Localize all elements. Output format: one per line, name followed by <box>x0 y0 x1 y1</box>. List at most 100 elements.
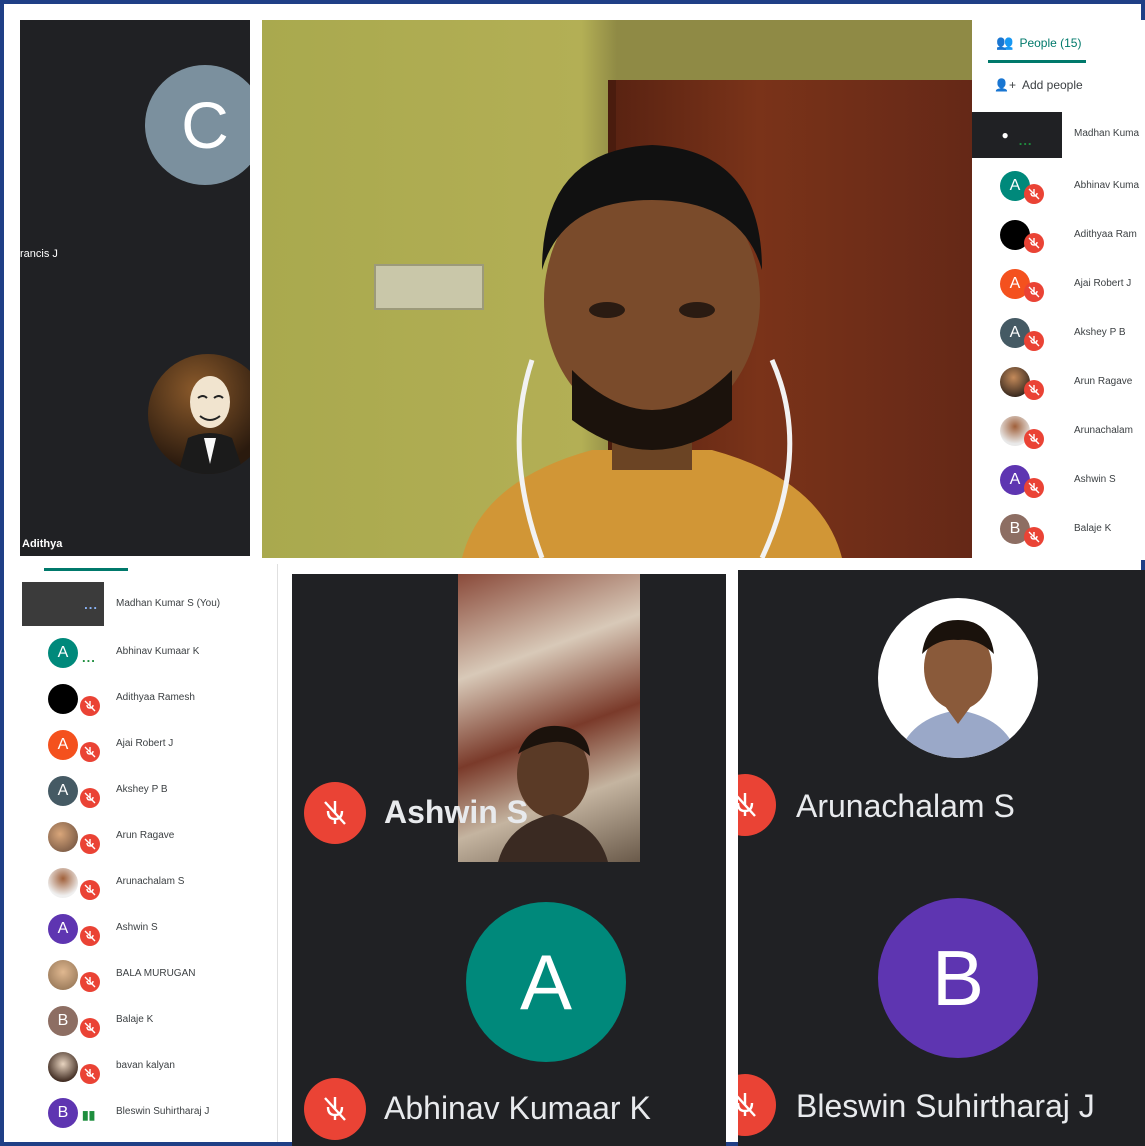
list-row[interactable]: A Ashwin S <box>20 906 277 950</box>
people-panel: 👥 People (15) 👤+ Add people ● ... Madhan… <box>972 20 1145 560</box>
avatar: A <box>48 638 78 668</box>
add-people-label: Add people <box>1021 78 1083 92</box>
self-video-thumb: ● ... <box>972 112 1062 158</box>
mic-off-icon <box>1024 527 1044 547</box>
collage-frame: C rancis J Adithya 👥 People (15) 👤+ Add … <box>0 0 1145 1146</box>
people-list-row-self[interactable]: ● ... Madhan Kuma <box>972 112 1145 158</box>
tile-name-abhinav: Abhinav Kumaar K <box>384 1090 651 1126</box>
participant-name: Bleswin Suhirtharaj J <box>116 1106 210 1117</box>
audio-level-icon: ▮▮ <box>82 1108 96 1122</box>
tab-underline <box>44 568 128 571</box>
people-list-row[interactable]: A Ashwin S <box>972 458 1145 502</box>
list-row[interactable]: Arunachalam S <box>20 860 277 904</box>
tile-name-ashwin: Ashwin S <box>384 794 529 830</box>
people-tab-label: People (15) <box>1019 35 1082 50</box>
people-list-row[interactable]: A Akshey P B <box>972 311 1145 355</box>
participant-name: Abhinav Kuma <box>1074 180 1140 191</box>
people-icon: 👥 <box>996 34 1014 50</box>
mic-off-icon <box>1024 478 1044 498</box>
list-row[interactable]: BALA MURUGAN <box>20 952 277 996</box>
avatar: A <box>48 730 78 760</box>
speaking-dots-icon: ... <box>84 596 98 612</box>
participant-strip-top-left: C rancis J Adithya <box>20 20 250 556</box>
participant-name: bavan kalyan <box>116 1060 175 1071</box>
avatar: A <box>48 776 78 806</box>
speaking-dots-icon: ... <box>82 650 96 665</box>
list-row[interactable]: B Balaje K <box>20 998 277 1042</box>
participant-name-adithya: Adithya <box>22 538 63 550</box>
mic-off-icon <box>80 834 100 854</box>
people-list-bottom: ... Madhan Kumar S (You) A ... Abhinav K… <box>20 564 278 1142</box>
mic-off-icon <box>80 788 100 808</box>
avatar: A <box>48 914 78 944</box>
tab-people[interactable]: 👥 People (15) <box>996 34 1081 51</box>
participant-name: Arunachalam <box>1074 425 1133 436</box>
avatar-photo <box>48 822 78 852</box>
participant-name: Ajai Robert J <box>1074 278 1132 289</box>
people-list-row[interactable]: A Ajai Robert J <box>972 262 1145 306</box>
people-list-row[interactable]: A Abhinav Kuma <box>972 164 1145 208</box>
list-row-self[interactable]: ... Madhan Kumar S (You) <box>20 582 277 626</box>
mic-off-icon <box>80 972 100 992</box>
participant-name: BALA MURUGAN <box>116 968 196 979</box>
people-list-row[interactable]: Arunachalam <box>972 409 1145 453</box>
add-person-icon: 👤+ <box>994 78 1016 92</box>
avatar-bleswin: B <box>878 898 1038 1058</box>
avatar-photo <box>48 1052 78 1082</box>
avatar-abhinav: A <box>466 902 626 1062</box>
participant-name: Adithyaa Ram <box>1074 229 1137 240</box>
participant-name: Akshey P B <box>116 784 168 795</box>
list-row[interactable]: Arun Ragave <box>20 814 277 858</box>
video-tile-right: Arunachalam S B Bleswin Suhirtharaj J <box>738 570 1145 1146</box>
people-list-row[interactable]: Arun Ragave <box>972 360 1145 404</box>
add-people-button[interactable]: 👤+ Add people <box>994 78 1083 92</box>
mic-off-icon <box>1024 380 1044 400</box>
mic-off-icon <box>738 1074 776 1136</box>
avatar: B <box>48 1098 78 1128</box>
mic-off-icon <box>304 1078 366 1140</box>
tab-underline <box>988 60 1086 63</box>
participant-name: Arunachalam S <box>116 876 185 887</box>
list-row[interactable]: A Ajai Robert J <box>20 722 277 766</box>
tile-name-arunachalam: Arunachalam S <box>796 788 1015 824</box>
mic-off-icon <box>1024 331 1044 351</box>
main-video-feed <box>262 20 972 558</box>
mic-off-icon <box>80 1018 100 1038</box>
list-row[interactable]: bavan kalyan <box>20 1044 277 1088</box>
list-row[interactable]: B ▮▮ Bleswin Suhirtharaj J <box>20 1090 277 1134</box>
mic-off-icon <box>1024 233 1044 253</box>
tile-name-bleswin: Bleswin Suhirtharaj J <box>796 1088 1095 1124</box>
avatar: B <box>48 1006 78 1036</box>
avatar-arunachalam-photo <box>878 598 1038 758</box>
person-in-video <box>462 145 842 558</box>
mic-off-icon <box>80 926 100 946</box>
participant-name: Balaje K <box>116 1014 154 1025</box>
mic-off-icon <box>1024 282 1044 302</box>
speaking-dots-icon: ... <box>1018 132 1033 148</box>
avatar-photo <box>48 960 78 990</box>
participant-name-francis: rancis J <box>20 248 58 260</box>
list-row[interactable]: Adithyaa Ramesh <box>20 676 277 720</box>
video-tile-middle: Ashwin S A Abhinav Kumaar K <box>292 574 726 1146</box>
participant-name: Madhan Kuma <box>1074 128 1140 139</box>
avatar <box>48 684 78 714</box>
mic-off-icon <box>80 1064 100 1084</box>
mic-off-icon <box>80 742 100 762</box>
people-list-row[interactable]: Adithyaa Ram <box>972 213 1145 257</box>
mic-off-icon <box>738 774 776 836</box>
participant-name: Balaje K <box>1074 523 1112 534</box>
anonymous-mask-avatar <box>148 354 250 474</box>
participant-name: Arun Ragave <box>1074 376 1133 387</box>
participant-name: Ashwin S <box>116 922 158 933</box>
pin-icon: ● <box>1001 128 1009 142</box>
mic-off-icon <box>1024 184 1044 204</box>
self-video-thumb: ... <box>22 582 104 626</box>
participant-name: Ashwin S <box>1074 474 1116 485</box>
participant-name: Arun Ragave <box>116 830 175 841</box>
list-row[interactable]: A ... Abhinav Kumaar K <box>20 630 277 674</box>
list-row[interactable]: A Akshey P B <box>20 768 277 812</box>
participant-name: Abhinav Kumaar K <box>116 646 200 657</box>
mic-off-icon <box>304 782 366 844</box>
people-list-row[interactable]: B Balaje K <box>972 507 1145 551</box>
participant-name: Akshey P B <box>1074 327 1126 338</box>
